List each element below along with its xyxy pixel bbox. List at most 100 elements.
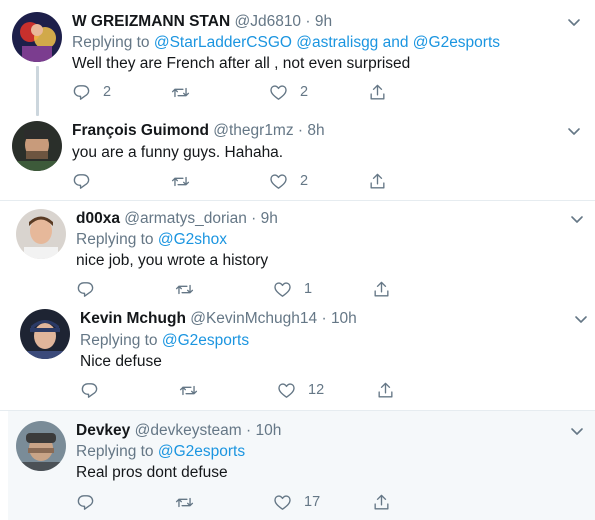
like-button[interactable]: 12	[277, 380, 324, 400]
retweet-button[interactable]	[175, 492, 206, 512]
replying-to: Replying to @G2esports	[80, 331, 249, 351]
like-count: 17	[304, 494, 321, 510]
chevron-down-icon[interactable]	[569, 211, 585, 227]
replying-to: Replying to @StarLadderCSGO @astralisgg …	[72, 33, 500, 53]
share-icon	[372, 493, 391, 512]
replying-to: Replying to @G2esports	[76, 442, 245, 462]
like-count: 12	[308, 382, 325, 398]
tweet-header: d00xa @armatys_dorian · 9h	[76, 209, 278, 229]
share-button[interactable]	[372, 492, 391, 512]
replying-to: Replying to @G2shox	[76, 230, 227, 250]
avatar[interactable]	[12, 121, 62, 171]
user-handle[interactable]: @KevinMchugh14	[190, 310, 317, 327]
tweet-header: Kevin Mchugh @KevinMchugh14 · 10h	[80, 309, 357, 329]
retweet-button[interactable]	[175, 279, 206, 299]
avatar[interactable]	[20, 309, 70, 359]
chevron-down-icon[interactable]	[566, 123, 582, 139]
replying-prefix: Replying to	[80, 332, 158, 349]
share-button[interactable]	[368, 82, 387, 102]
timestamp[interactable]: 9h	[315, 13, 332, 30]
heart-icon	[277, 381, 296, 400]
tweet-actions: 1	[76, 279, 406, 299]
tweet-text: nice job, you wrote a history	[76, 252, 269, 269]
share-button[interactable]	[368, 171, 387, 191]
reply-icon	[76, 493, 95, 512]
display-name[interactable]: W GREIZMANN STAN	[72, 13, 230, 30]
reply-count: 2	[103, 84, 112, 100]
reply-icon	[80, 381, 99, 400]
user-handle[interactable]: @thegr1mz	[213, 122, 293, 139]
tweet-actions: 2	[72, 171, 402, 191]
timestamp[interactable]: 9h	[261, 210, 278, 227]
separator-dot: ·	[251, 210, 257, 227]
chevron-down-icon[interactable]	[573, 311, 589, 327]
retweet-icon	[175, 280, 194, 299]
reply-icon	[76, 280, 95, 299]
timestamp[interactable]: 10h	[255, 422, 281, 439]
tweet-actions: 2 2	[72, 82, 402, 102]
replying-prefix: Replying to	[76, 443, 154, 460]
like-button[interactable]: 2	[269, 171, 308, 191]
like-button[interactable]: 2	[269, 82, 308, 102]
separator-dot: ·	[245, 422, 252, 439]
timestamp[interactable]: 10h	[331, 310, 357, 327]
like-count: 1	[304, 281, 313, 297]
tweet-header: Devkey @devkeysteam · 10h	[76, 421, 281, 441]
timestamp[interactable]: 8h	[307, 122, 324, 139]
reply-icon	[72, 83, 91, 102]
retweet-icon	[171, 172, 190, 191]
display-name[interactable]: François Guimond	[72, 122, 209, 139]
replying-prefix: Replying to	[72, 34, 150, 51]
user-handle[interactable]: @armatys_dorian	[124, 210, 247, 227]
avatar[interactable]	[16, 421, 66, 471]
like-button[interactable]: 1	[273, 279, 312, 299]
like-count: 2	[300, 84, 309, 100]
share-icon	[372, 280, 391, 299]
tweet-text: Real pros dont defuse	[76, 464, 228, 481]
chevron-down-icon[interactable]	[569, 423, 585, 439]
display-name[interactable]: Kevin Mchugh	[80, 310, 186, 327]
avatar[interactable]	[16, 209, 66, 259]
mention-links[interactable]: @G2esports	[162, 332, 249, 349]
heart-icon	[273, 280, 292, 299]
tweet-text: you are a funny guys. Hahaha.	[72, 144, 284, 161]
tweet-actions: 12	[80, 380, 410, 400]
share-icon	[376, 381, 395, 400]
reply-button[interactable]	[80, 380, 111, 400]
display-name[interactable]: d00xa	[76, 210, 120, 227]
mention-links[interactable]: @G2shox	[158, 231, 227, 248]
divider	[0, 200, 595, 201]
mention-links[interactable]: @StarLadderCSGO @astralisgg and @G2espor…	[154, 34, 500, 51]
separator-dot: ·	[305, 13, 311, 30]
display-name[interactable]: Devkey	[76, 422, 130, 439]
separator-dot: ·	[297, 122, 304, 139]
heart-icon	[273, 493, 292, 512]
tweet-header: François Guimond @thegr1mz · 8h	[72, 121, 325, 141]
tweet-text: Nice defuse	[80, 353, 162, 370]
retweet-button[interactable]	[179, 380, 210, 400]
reply-button[interactable]	[76, 279, 107, 299]
share-button[interactable]	[376, 380, 395, 400]
share-button[interactable]	[372, 279, 391, 299]
heart-icon	[269, 172, 288, 191]
like-button[interactable]: 17	[273, 492, 320, 512]
retweet-button[interactable]	[171, 171, 202, 191]
tweet-actions: 17	[76, 492, 406, 512]
retweet-icon	[175, 493, 194, 512]
reply-button[interactable]	[76, 492, 107, 512]
replying-prefix: Replying to	[76, 231, 154, 248]
user-handle[interactable]: @Jd6810	[234, 13, 301, 30]
reply-button[interactable]	[72, 171, 103, 191]
retweet-button[interactable]	[171, 82, 202, 102]
avatar[interactable]	[12, 12, 62, 62]
mention-links[interactable]: @G2esports	[158, 443, 245, 460]
retweet-icon	[179, 381, 198, 400]
reply-button[interactable]: 2	[72, 82, 111, 102]
share-icon	[368, 83, 387, 102]
user-handle[interactable]: @devkeysteam	[135, 422, 242, 439]
retweet-icon	[171, 83, 190, 102]
like-count: 2	[300, 173, 309, 189]
reply-icon	[72, 172, 91, 191]
heart-icon	[269, 83, 288, 102]
chevron-down-icon[interactable]	[566, 14, 582, 30]
